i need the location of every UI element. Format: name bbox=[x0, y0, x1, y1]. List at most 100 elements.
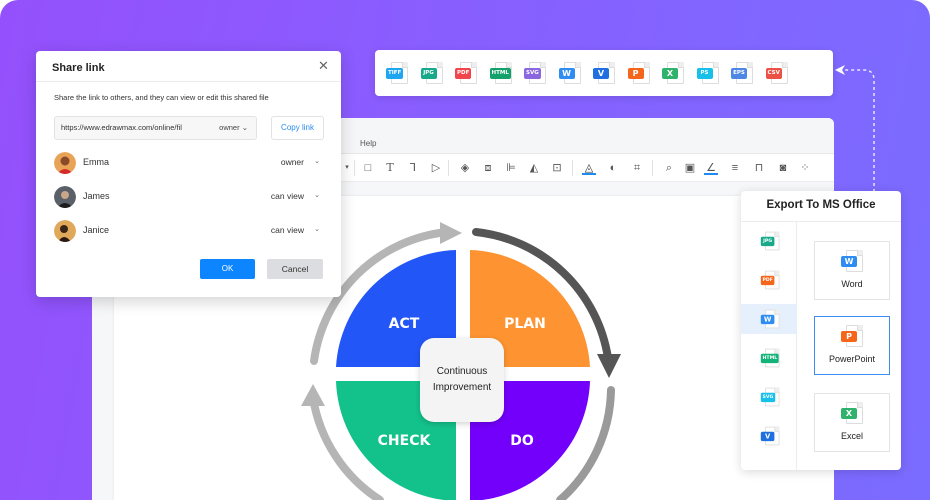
connector-icon[interactable]: ⅂ bbox=[406, 161, 420, 175]
export-side-item[interactable]: W bbox=[741, 304, 797, 334]
share-link-input[interactable]: https://www.edrawmax.com/online/fil owne… bbox=[54, 116, 257, 140]
arrowhead-plan-to-do bbox=[597, 354, 621, 378]
link-role-select[interactable]: owner ⌄ bbox=[219, 117, 248, 139]
flip-icon[interactable]: ◭ bbox=[527, 161, 541, 175]
format-painter-icon[interactable]: ▣ bbox=[683, 161, 697, 175]
fill-color-icon[interactable]: ◬ bbox=[582, 161, 596, 175]
copy-link-button[interactable]: Copy link bbox=[271, 116, 324, 140]
format-html-icon[interactable]: HTML bbox=[489, 62, 514, 84]
group-icon[interactable]: ⧈ bbox=[481, 161, 495, 175]
user-row: Emma owner ⌄ bbox=[54, 152, 324, 174]
format-v-icon[interactable]: V bbox=[593, 62, 617, 84]
export-side-item[interactable]: V bbox=[741, 421, 797, 451]
ok-button[interactable]: OK bbox=[200, 259, 255, 279]
label-check: CHECK bbox=[378, 433, 432, 449]
format-x-icon[interactable]: X bbox=[662, 62, 686, 84]
file-format-tag: W bbox=[841, 256, 857, 267]
label-act: ACT bbox=[389, 316, 420, 332]
format-html-icon[interactable]: HTML bbox=[760, 348, 781, 368]
size-icon[interactable]: ⊡ bbox=[550, 161, 564, 175]
file-format-tag: W bbox=[558, 68, 575, 79]
crop-icon[interactable]: ⌗ bbox=[630, 161, 644, 175]
format-ps-icon[interactable]: PS bbox=[696, 62, 721, 84]
user-name: Janice bbox=[83, 225, 110, 235]
frame-icon[interactable]: ◙ bbox=[776, 161, 790, 175]
format-svg-icon[interactable]: SVG bbox=[760, 387, 781, 407]
chevron-down-icon: ⌄ bbox=[241, 123, 248, 132]
link-value: https://www.edrawmax.com/online/fil bbox=[61, 123, 182, 132]
dashed-arrow bbox=[835, 65, 875, 192]
export-formats-bar: TIFF JPG PDF HTML SVG W V P X PS EPS CSV bbox=[375, 50, 833, 96]
dropdown-caret-icon[interactable]: ▾ bbox=[340, 161, 354, 175]
excel-file-icon[interactable]: X bbox=[841, 402, 865, 424]
center-line-1: Continuous bbox=[436, 366, 488, 377]
text-icon[interactable]: T bbox=[383, 161, 397, 175]
file-format-tag: P bbox=[627, 68, 644, 79]
format-jpg-icon[interactable]: JPG bbox=[420, 62, 445, 84]
arrowhead-act-to-plan bbox=[440, 222, 462, 244]
shadow-icon[interactable]: ◐ bbox=[606, 161, 620, 175]
format-csv-icon[interactable]: CSV bbox=[765, 62, 790, 84]
card-label: PowerPoint bbox=[828, 354, 876, 364]
share-link-dialog: Share link ✕ Share the link to others, a… bbox=[36, 51, 341, 297]
layers-icon[interactable]: ◈ bbox=[458, 161, 472, 175]
user-role-select[interactable]: owner bbox=[281, 157, 304, 167]
file-format-tag: P bbox=[841, 331, 857, 342]
export-side-item[interactable]: JPG bbox=[741, 226, 797, 256]
chevron-down-icon[interactable]: ⌄ bbox=[314, 191, 320, 199]
file-format-tag: EPS bbox=[731, 68, 747, 79]
file-format-tag: PDF bbox=[455, 68, 472, 79]
word-file-icon[interactable]: W bbox=[841, 250, 865, 272]
format-jpg-icon[interactable]: JPG bbox=[760, 231, 781, 251]
format-w-icon[interactable]: W bbox=[760, 309, 781, 329]
toolbar-separator bbox=[652, 160, 653, 176]
export-side-item[interactable]: PDF bbox=[741, 265, 797, 295]
format-svg-icon[interactable]: SVG bbox=[524, 62, 548, 84]
close-icon[interactable]: ✕ bbox=[318, 58, 329, 74]
pdca-diagram[interactable]: ACT PLAN CHECK DO Continuous Improvement bbox=[290, 218, 640, 500]
file-format-tag: SVG bbox=[524, 68, 541, 79]
chevron-down-icon[interactable]: ⌄ bbox=[314, 157, 320, 165]
file-format-tag: V bbox=[593, 68, 609, 79]
format-p-icon[interactable]: P bbox=[627, 62, 652, 84]
export-side-item[interactable]: SVG bbox=[741, 382, 797, 412]
avatar-james bbox=[54, 186, 76, 208]
file-format-tag: TIFF bbox=[386, 68, 404, 79]
user-name: Emma bbox=[83, 157, 110, 167]
arrowhead-check-to-act bbox=[301, 384, 325, 406]
format-w-icon[interactable]: W bbox=[558, 62, 583, 84]
cancel-button[interactable]: Cancel bbox=[267, 259, 323, 279]
center-box[interactable]: Continuous Improvement bbox=[420, 338, 504, 422]
file-format-tag: X bbox=[662, 68, 678, 79]
file-format-tag: HTML bbox=[760, 353, 779, 364]
label-plan: PLAN bbox=[504, 316, 546, 332]
pointer-icon[interactable]: ▷ bbox=[429, 161, 443, 175]
format-eps-icon[interactable]: EPS bbox=[731, 62, 755, 84]
export-card-excel[interactable]: X Excel bbox=[814, 393, 890, 452]
file-format-tag: PS bbox=[696, 68, 713, 79]
export-card-word[interactable]: W Word bbox=[814, 241, 890, 300]
format-tiff-icon[interactable]: TIFF bbox=[386, 62, 410, 84]
format-pdf-icon[interactable]: PDF bbox=[455, 62, 479, 84]
panel-title: Export To MS Office bbox=[766, 199, 876, 211]
export-side-item[interactable]: HTML bbox=[741, 343, 797, 373]
format-v-icon[interactable]: V bbox=[760, 426, 781, 446]
menu-help[interactable]: Help bbox=[360, 139, 376, 148]
file-format-tag: JPG bbox=[420, 68, 437, 79]
format-pdf-icon[interactable]: PDF bbox=[760, 270, 781, 290]
export-card-powerpoint[interactable]: P PowerPoint bbox=[814, 316, 890, 375]
align-icon[interactable]: ⊫ bbox=[504, 161, 518, 175]
rectangle-icon[interactable]: □ bbox=[361, 161, 375, 175]
powerpoint-file-icon[interactable]: P bbox=[841, 325, 865, 347]
card-label: Word bbox=[841, 279, 863, 289]
line-style-icon[interactable]: ≡ bbox=[728, 161, 742, 175]
user-role-select[interactable]: can view bbox=[271, 225, 304, 235]
line-color-icon[interactable]: ∠ bbox=[704, 161, 718, 175]
chevron-down-icon[interactable]: ⌄ bbox=[314, 225, 320, 233]
file-format-tag: W bbox=[760, 314, 775, 325]
user-role-select[interactable]: can view bbox=[271, 191, 304, 201]
toolbar-separator bbox=[572, 160, 573, 176]
lock-icon[interactable]: ⊓ bbox=[752, 161, 766, 175]
more-icon[interactable]: ⁘ bbox=[798, 161, 812, 175]
search-icon[interactable]: ⌕ bbox=[662, 161, 676, 175]
